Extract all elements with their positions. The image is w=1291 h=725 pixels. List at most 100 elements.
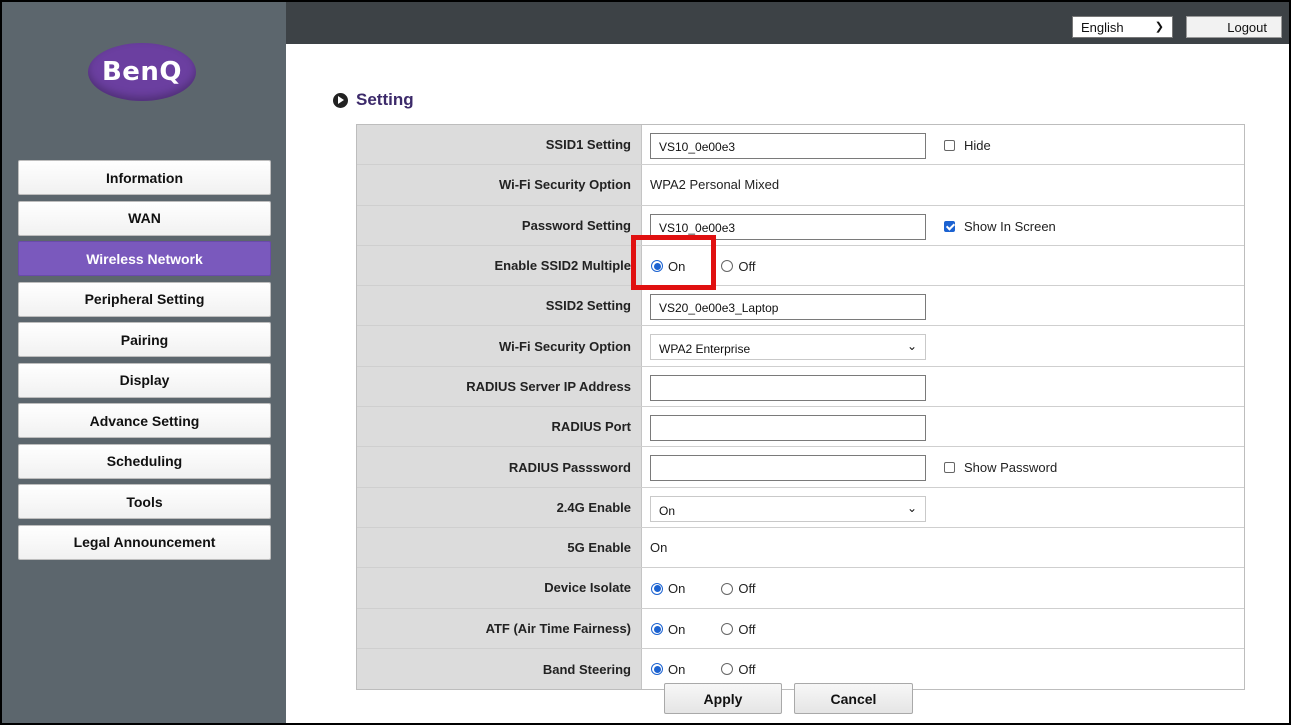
enable-ssid2-label: Enable SSID2 Multiple <box>357 245 642 286</box>
enable-ssid2-radio-group: On Off <box>651 259 755 274</box>
enable-24g-select[interactable]: On ⌄ <box>650 495 926 522</box>
atf-label: ATF (Air Time Fairness) <box>357 608 642 648</box>
chevron-down-icon: ❯ <box>1154 21 1164 33</box>
hide-ssid1-option[interactable]: Hide <box>944 138 991 153</box>
radius-port-label: RADIUS Port <box>357 407 642 447</box>
sidebar-item-pairing[interactable]: Pairing <box>18 322 271 357</box>
sidebar-item-legal-announcement[interactable]: Legal Announcement <box>18 524 271 560</box>
sidebar-item-wan[interactable]: WAN <box>18 200 271 236</box>
band-steering-off-radio[interactable] <box>721 663 734 676</box>
chevron-down-icon: ⌄ <box>906 339 917 354</box>
device-isolate-label: Device Isolate <box>357 568 642 608</box>
radius-ip-label: RADIUS Server IP Address <box>357 366 642 407</box>
sidebar-nav: Information WAN Wireless Network Periphe… <box>18 160 271 565</box>
chevron-down-icon: ⌄ <box>906 500 917 515</box>
device-isolate-on-label: On <box>668 581 686 597</box>
enable-ssid2-on-option[interactable]: On <box>651 259 685 274</box>
show-password-label: Show Password <box>964 460 1058 476</box>
wifi-security-2-select[interactable]: WPA2 Enterprise ⌄ <box>650 334 926 361</box>
settings-row-24g-enable: 2.4G Enable On ⌄ <box>357 487 1244 528</box>
settings-row-ssid1: SSID1 Setting VS10_0e00e3 Hide <box>357 125 1244 166</box>
page-title: Setting <box>356 90 414 109</box>
device-isolate-on-option[interactable]: On <box>651 581 685 596</box>
atf-on-option[interactable]: On <box>651 622 685 637</box>
sidebar-item-tools[interactable]: Tools <box>18 484 271 519</box>
atf-off-option[interactable]: Off <box>721 622 755 637</box>
device-isolate-on-radio[interactable] <box>651 582 663 595</box>
settings-row-device-isolate: Device Isolate On Off <box>357 568 1244 609</box>
settings-row-atf: ATF (Air Time Fairness) On Off <box>357 608 1244 649</box>
password-label: Password Setting <box>357 205 642 245</box>
ssid1-label: SSID1 Setting <box>357 125 642 165</box>
language-select[interactable]: English ❯ <box>1072 16 1173 38</box>
enable-ssid2-off-option[interactable]: Off <box>721 259 755 274</box>
radius-ip-input[interactable] <box>650 374 926 401</box>
radius-port-input[interactable] <box>650 415 926 442</box>
show-password-checkbox[interactable] <box>944 462 955 474</box>
wifi-security-2-value: WPA2 Enterprise <box>659 342 751 357</box>
device-isolate-off-radio[interactable] <box>721 582 734 595</box>
settings-row-radius-ip: RADIUS Server IP Address <box>357 366 1244 408</box>
band-steering-off-option[interactable]: Off <box>721 662 755 677</box>
atf-radio-group: On Off <box>651 622 755 637</box>
band-steering-radio-group: On Off <box>651 662 755 677</box>
wifi-security-2-label: Wi-Fi Security Option <box>357 326 642 366</box>
enable-ssid2-on-radio[interactable] <box>651 260 663 273</box>
sidebar-item-display[interactable]: Display <box>18 362 271 398</box>
band-steering-label: Band Steering <box>357 648 642 690</box>
show-in-screen-option[interactable]: Show In Screen <box>944 219 1056 234</box>
sidebar-item-advance-setting[interactable]: Advance Setting <box>18 403 271 438</box>
sidebar-item-wireless-network[interactable]: Wireless Network <box>18 241 271 276</box>
device-isolate-off-option[interactable]: Off <box>721 581 755 596</box>
enable-5g-value: On <box>650 540 668 556</box>
settings-row-enable-ssid2: Enable SSID2 Multiple On Off <box>357 245 1244 287</box>
wifi-security-1-label: Wi-Fi Security Option <box>357 165 642 205</box>
settings-row-password: Password Setting VS10_0e00e3 Show In Scr… <box>357 205 1244 246</box>
show-password-option[interactable]: Show Password <box>944 460 1057 475</box>
enable-ssid2-on-label: On <box>668 258 686 274</box>
atf-off-radio[interactable] <box>721 623 734 636</box>
hide-label: Hide <box>964 138 991 153</box>
band-steering-off-label: Off <box>738 661 756 677</box>
settings-row-radius-password: RADIUS Passsword Show Password <box>357 447 1244 488</box>
atf-on-label: On <box>668 621 686 637</box>
radius-password-label: RADIUS Passsword <box>357 447 642 487</box>
settings-row-5g-enable: 5G Enable On <box>357 527 1244 569</box>
enable-24g-value: On <box>659 503 676 518</box>
band-steering-on-radio[interactable] <box>651 663 663 676</box>
ssid1-input[interactable]: VS10_0e00e3 <box>650 133 926 159</box>
apply-button[interactable]: Apply <box>664 683 782 714</box>
enable-ssid2-off-radio[interactable] <box>721 260 734 273</box>
show-in-screen-label: Show In Screen <box>964 218 1056 234</box>
band-steering-on-option[interactable]: On <box>651 662 685 677</box>
atf-off-label: Off <box>738 621 756 637</box>
enable-24g-label: 2.4G Enable <box>357 487 642 527</box>
ssid2-label: SSID2 Setting <box>357 286 642 326</box>
settings-row-radius-port: RADIUS Port <box>357 407 1244 448</box>
radius-password-input[interactable] <box>650 455 926 482</box>
band-steering-on-label: On <box>668 661 686 677</box>
hide-checkbox[interactable] <box>944 140 955 151</box>
show-in-screen-checkbox[interactable] <box>944 220 955 232</box>
language-select-value: English <box>1081 19 1124 35</box>
device-isolate-radio-group: On Off <box>651 581 755 596</box>
enable-ssid2-off-label: Off <box>738 258 756 274</box>
ssid2-input[interactable]: VS20_0e00e3_Laptop <box>650 294 926 321</box>
logout-button[interactable]: Logout <box>1186 16 1282 38</box>
play-circle-icon <box>333 92 348 108</box>
atf-on-radio[interactable] <box>651 623 663 636</box>
sidebar-item-peripheral-setting[interactable]: Peripheral Setting <box>18 281 271 317</box>
wifi-security-1-value: WPA2 Personal Mixed <box>650 177 780 193</box>
sidebar-item-scheduling[interactable]: Scheduling <box>18 443 271 479</box>
sidebar: BenQ Information WAN Wireless Network Pe… <box>0 0 286 725</box>
settings-row-ssid2: SSID2 Setting VS20_0e00e3_Laptop <box>357 286 1244 327</box>
password-input[interactable]: VS10_0e00e3 <box>650 213 926 240</box>
settings-row-wifi-security-1: Wi-Fi Security Option WPA2 Personal Mixe… <box>357 165 1244 206</box>
enable-5g-label: 5G Enable <box>357 527 642 568</box>
cancel-button[interactable]: Cancel <box>794 683 913 714</box>
benq-logo: BenQ <box>88 43 196 101</box>
settings-table: SSID1 Setting VS10_0e00e3 Hide Wi-Fi Sec… <box>356 124 1245 691</box>
device-isolate-off-label: Off <box>738 581 756 597</box>
sidebar-item-information[interactable]: Information <box>18 160 271 195</box>
page-heading: Setting <box>333 90 414 110</box>
